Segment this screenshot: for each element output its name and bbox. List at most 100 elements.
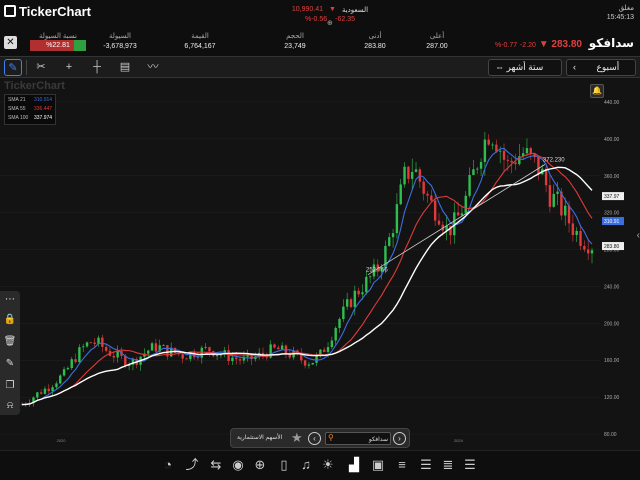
lock-icon[interactable]: 🔒 bbox=[3, 313, 17, 327]
index-change: -62.35 bbox=[335, 16, 356, 23]
candle-body bbox=[59, 375, 62, 384]
close-icon[interactable]: ✕ bbox=[4, 36, 17, 49]
grid-dots-icon[interactable]: ⋯ bbox=[3, 293, 17, 307]
crosshair-icon[interactable]: + bbox=[60, 59, 78, 76]
symbol-price: 283.80 bbox=[551, 39, 582, 50]
candle-body bbox=[342, 306, 345, 319]
candle-body bbox=[361, 292, 364, 295]
candle-body bbox=[215, 355, 219, 357]
lightbulb-icon[interactable]: ☀ bbox=[320, 457, 336, 473]
list-icon[interactable]: ≡ bbox=[394, 457, 410, 473]
market-time: 15:45:13 bbox=[606, 14, 634, 21]
candle-body bbox=[537, 157, 540, 175]
market-list-label[interactable]: الأسهم الاستثمارية bbox=[237, 434, 282, 441]
star-icon[interactable]: ★ bbox=[291, 430, 303, 446]
candle-body bbox=[311, 362, 314, 365]
candlestick-icon[interactable]: ┼ bbox=[88, 59, 106, 76]
candle-body bbox=[544, 168, 548, 186]
trend-icon[interactable]: ⤴ bbox=[184, 457, 200, 473]
price-label: 310.91 bbox=[604, 219, 620, 225]
candle-body bbox=[510, 160, 513, 163]
next-symbol-button[interactable]: › bbox=[393, 432, 406, 445]
candle-body bbox=[273, 344, 276, 348]
candle-body bbox=[349, 299, 353, 308]
candle-body bbox=[89, 342, 93, 344]
candle-body bbox=[506, 159, 510, 161]
candle-body bbox=[78, 347, 81, 363]
y-tick-label: 240.00 bbox=[604, 284, 620, 290]
index-value: 10,990.41 bbox=[291, 6, 324, 13]
candle-body bbox=[85, 342, 89, 347]
low-stat: أدنى 283.80 bbox=[364, 33, 386, 50]
orderbook-icon[interactable]: ☰ bbox=[418, 457, 434, 473]
candle-body bbox=[345, 299, 349, 307]
symbol-search[interactable]: ⚲ bbox=[325, 432, 391, 445]
period-selector[interactable]: ⇔ ستة أشهر bbox=[488, 59, 562, 76]
speedometer-icon[interactable]: ◔ bbox=[160, 457, 176, 473]
candle-body bbox=[101, 337, 104, 347]
copy-icon[interactable]: ❐ bbox=[3, 379, 17, 393]
candle-body bbox=[548, 185, 552, 207]
news-icon[interactable]: ≣ bbox=[440, 457, 456, 473]
chevron-left-icon[interactable]: ‹ bbox=[637, 230, 640, 241]
tools-icon[interactable]: ✂ bbox=[32, 59, 50, 76]
price-chart[interactable]: 440.00 400.00 360.00 320.00 280.00 240.00 200.… bbox=[0, 78, 640, 450]
symbol-search-input[interactable] bbox=[338, 434, 388, 444]
liquidity: السيولة -3,678,973 bbox=[103, 33, 137, 50]
candle-body bbox=[307, 364, 311, 366]
previous-symbol-button[interactable]: ‹ bbox=[308, 432, 321, 445]
index-name: السعودية bbox=[341, 7, 369, 14]
document-icon[interactable]: ▯ bbox=[276, 457, 292, 473]
candle-body bbox=[326, 347, 330, 352]
candle-body bbox=[334, 327, 337, 341]
expand-icon: ⇔ bbox=[495, 62, 504, 72]
alarm-icon[interactable]: 🔔 bbox=[590, 84, 604, 98]
candle-body bbox=[514, 162, 517, 165]
candle-body bbox=[330, 340, 334, 348]
chart-canvas[interactable]: 440.00400.00360.00320.00280.00240.00200.… bbox=[0, 78, 640, 450]
candle-body bbox=[196, 357, 200, 359]
candle-body bbox=[460, 213, 464, 216]
swap-icon[interactable]: ⇆ bbox=[208, 457, 224, 473]
x-tick-label: 2020 bbox=[57, 438, 67, 443]
candle-body bbox=[579, 230, 582, 246]
bell-icon[interactable]: ♫ bbox=[298, 457, 314, 473]
legend-sma55: SMA 55 336.447 bbox=[8, 106, 53, 112]
candle-body bbox=[315, 355, 318, 363]
candle-body bbox=[277, 347, 280, 350]
indicators-icon[interactable]: ▤ bbox=[116, 59, 134, 76]
candle-body bbox=[552, 193, 555, 207]
candle-body bbox=[323, 349, 326, 352]
more-icon[interactable]: ⊕ bbox=[327, 19, 333, 27]
candle-body bbox=[498, 150, 502, 152]
chart-watermark: TickerChart bbox=[4, 80, 65, 92]
volume-stat: الحجم 23,749 bbox=[284, 33, 306, 50]
menu-icon[interactable]: ☰ bbox=[462, 457, 478, 473]
symbol-header: %-0.77 -2.20 ▼ 283.80 سدافكو bbox=[495, 36, 634, 50]
candle-body bbox=[147, 350, 150, 354]
alert-off-icon[interactable]: ⍾ bbox=[3, 399, 17, 413]
trend-label: 252.756 bbox=[366, 268, 388, 274]
candle-body bbox=[491, 144, 494, 146]
candle-body bbox=[150, 343, 154, 351]
candle-body bbox=[74, 359, 77, 363]
edit-icon[interactable]: ✎ bbox=[3, 357, 17, 371]
candle-body bbox=[185, 358, 188, 360]
candle-body bbox=[586, 249, 590, 254]
eye-icon[interactable]: ◉ bbox=[230, 457, 246, 473]
interval-selector[interactable]: ‹ أسبوع bbox=[566, 59, 636, 76]
globe-icon[interactable]: ⊕ bbox=[252, 457, 268, 473]
trash-icon[interactable]: 🗑 bbox=[3, 335, 17, 349]
y-tick-label: 400.00 bbox=[604, 137, 620, 143]
compare-chart-icon[interactable]: 〰 bbox=[144, 59, 162, 76]
candle-body bbox=[303, 360, 307, 366]
chart-icon[interactable]: ▟ bbox=[346, 457, 362, 473]
candle-body bbox=[70, 359, 73, 369]
trend-label: 372.230 bbox=[543, 157, 565, 163]
candle-body bbox=[571, 223, 575, 236]
candle-body bbox=[433, 200, 437, 221]
candle-body bbox=[564, 205, 567, 216]
portfolio-icon[interactable]: ▣ bbox=[370, 457, 386, 473]
pen-icon[interactable]: ✎ bbox=[4, 59, 22, 76]
candle-body bbox=[472, 169, 475, 176]
